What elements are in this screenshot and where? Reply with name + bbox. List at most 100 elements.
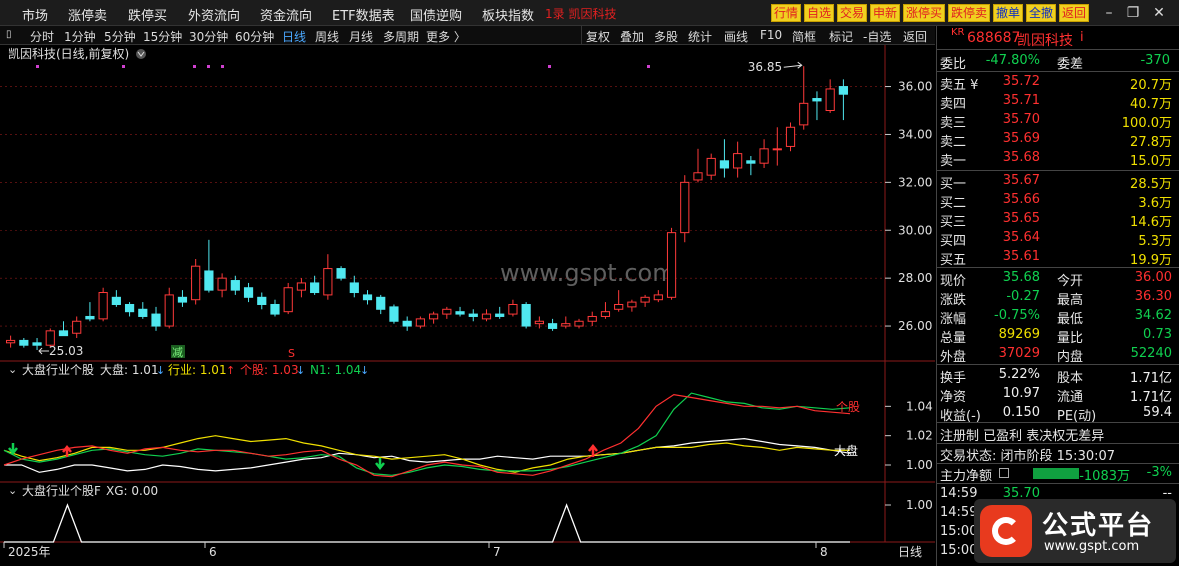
candle-body [666, 232, 677, 298]
main-flow-label: 主力净额 [940, 469, 993, 484]
info-icon[interactable]: i [1080, 30, 1084, 45]
period-60min[interactable]: 60分钟 [235, 28, 274, 45]
period-monthly[interactable]: 月线 [349, 28, 373, 45]
period-more[interactable]: 更多 〉 [426, 28, 466, 45]
buy-price: 35.61 [1002, 249, 1040, 264]
tool-overlay[interactable]: 叠加 [620, 28, 644, 45]
period-1min[interactable]: 1分钟 [64, 28, 96, 45]
panel-toggle-icon[interactable]: ▯ [6, 29, 12, 40]
tool-remove-watchlist[interactable]: -自选 [863, 28, 891, 45]
candle-body [376, 296, 386, 310]
menu-limit-down-buy[interactable]: 跌停买 [128, 5, 167, 24]
buy-signal-icon [8, 443, 18, 456]
candle-body [587, 315, 597, 322]
fund-value: 1.71亿 [1130, 371, 1172, 386]
candle-body [706, 157, 716, 176]
tool-multi-stock[interactable]: 多股 [654, 28, 678, 45]
candle-body [6, 339, 16, 344]
period-intraday[interactable]: 分时 [30, 28, 54, 45]
fund-label: 净资 [940, 390, 967, 405]
buy-volume: 28.5万 [1130, 177, 1172, 192]
collapse-icon[interactable]: ⌄ [8, 363, 17, 376]
tool-adjust[interactable]: 复权 [586, 28, 610, 45]
stat-row: 现价 35.68 今开 36.00 [937, 269, 1179, 289]
toolbar-trade-button[interactable]: 交易 [837, 4, 868, 22]
kr-badge: KR [951, 27, 965, 38]
chart-icon[interactable] [999, 468, 1009, 478]
toolbar-limit-up-buy-button[interactable]: 涨停买 [903, 4, 946, 22]
indicator1-lines [3, 392, 851, 478]
buy-level-label: 买二 [940, 196, 967, 211]
price-tick-label: 30.00 [898, 223, 932, 237]
kline-chart[interactable]: www.gspt.com 凯因科技(日线,前复权) 36.00 34.00 32.0… [0, 45, 935, 566]
menu-market[interactable]: 市场 [22, 5, 48, 24]
indicator2-title: 大盘行业个股F [22, 483, 101, 498]
stat-value: 36.30 [1134, 289, 1172, 304]
title-dropdown-icon[interactable] [136, 49, 146, 59]
tick-time: 14:59 [940, 505, 978, 520]
menu-sector-index[interactable]: 板块指数 [482, 5, 534, 24]
candle-body [508, 303, 518, 315]
fund-row: 换手 5.22% 股本 1.71亿 [937, 366, 1179, 386]
high-price-label: 36.85 [748, 60, 782, 74]
period-multi[interactable]: 多周期 [383, 28, 419, 45]
period-15min[interactable]: 15分钟 [143, 28, 182, 45]
sell-row: 卖二 35.69 27.8万 [937, 130, 1179, 150]
price-tick-label: 26.00 [898, 319, 932, 333]
period-30min[interactable]: 30分钟 [189, 28, 228, 45]
main-flow-value: -1083万 [1079, 469, 1130, 484]
collapse-icon[interactable]: ⌄ [8, 484, 17, 497]
fund-value: 0.150 [1002, 405, 1040, 420]
restore-icon[interactable]: ❐ [1123, 3, 1143, 23]
xg-line [4, 503, 850, 543]
toolbar-watchlist-button[interactable]: 自选 [804, 4, 835, 22]
toolbar-limit-down-sell-button[interactable]: 跌停卖 [948, 4, 991, 22]
buy-level-label: 买五 [940, 253, 967, 268]
tool-mark[interactable]: 标记 [829, 28, 853, 45]
x-axis-mode: 日线 [898, 545, 922, 559]
tick-time: 15:00 [940, 543, 978, 558]
period-daily[interactable]: 日线 [282, 28, 306, 45]
toolbar-cancel-all-button[interactable]: 全撤 [1026, 4, 1057, 22]
candle-body [243, 287, 254, 298]
price-tick-label: 36.00 [898, 80, 932, 94]
buy-level-label: 买三 [940, 215, 967, 230]
menu-foreign-flow[interactable]: 外资流向 [188, 5, 240, 24]
stat-row: 涨幅 -0.75% 最低 34.62 [937, 307, 1179, 327]
candle-body [58, 330, 69, 337]
tool-draw-line[interactable]: 画线 [724, 28, 748, 45]
minimize-icon[interactable]: – [1099, 3, 1119, 23]
tool-f10[interactable]: F10 [760, 28, 782, 42]
buy-row: 买二 35.66 3.6万 [937, 191, 1179, 211]
candle-body [72, 320, 82, 334]
tool-statistics[interactable]: 统计 [688, 28, 712, 45]
buy-row: 买三 35.65 14.6万 [937, 210, 1179, 230]
tool-simple-frame[interactable]: 简框 [792, 28, 816, 45]
menu-limit-up-sell[interactable]: 涨停卖 [68, 5, 107, 24]
toolbar-quote-button[interactable]: 行情 [771, 4, 802, 22]
sell-volume: 20.7万 [1130, 78, 1172, 93]
candle-body [680, 181, 690, 234]
toolbar-back-button[interactable]: 返回 [1059, 4, 1090, 22]
indicator-tick-label: 1.00 [906, 458, 933, 472]
indicator-tick-label: 1.00 [906, 498, 933, 512]
close-icon[interactable]: ✕ [1149, 3, 1169, 23]
menu-capital-flow[interactable]: 资金流向 [260, 5, 312, 24]
menu-repo[interactable]: 国债逆购 [410, 5, 462, 24]
trade-status-text: 交易状态: 闭市阶段 15:30:07 [940, 449, 1116, 464]
menu-etf-table[interactable]: ETF数据表 [332, 5, 395, 24]
candle-body [85, 315, 95, 320]
toolbar-ipo-button[interactable]: 申新 [870, 4, 901, 22]
candle-body [402, 320, 412, 327]
period-5min[interactable]: 5分钟 [104, 28, 136, 45]
low-arrow-icon [38, 347, 50, 355]
tool-back[interactable]: 返回 [903, 28, 927, 45]
candle-body [349, 282, 359, 294]
stat-value: 36.00 [1134, 270, 1172, 285]
toolbar-cancel-order-button[interactable]: 撤单 [993, 4, 1024, 22]
stat-value: 37029 [998, 346, 1040, 361]
period-weekly[interactable]: 周线 [315, 28, 339, 45]
sell-price: 35.69 [1002, 131, 1040, 146]
candle-body [627, 301, 637, 308]
divider [937, 483, 1179, 484]
